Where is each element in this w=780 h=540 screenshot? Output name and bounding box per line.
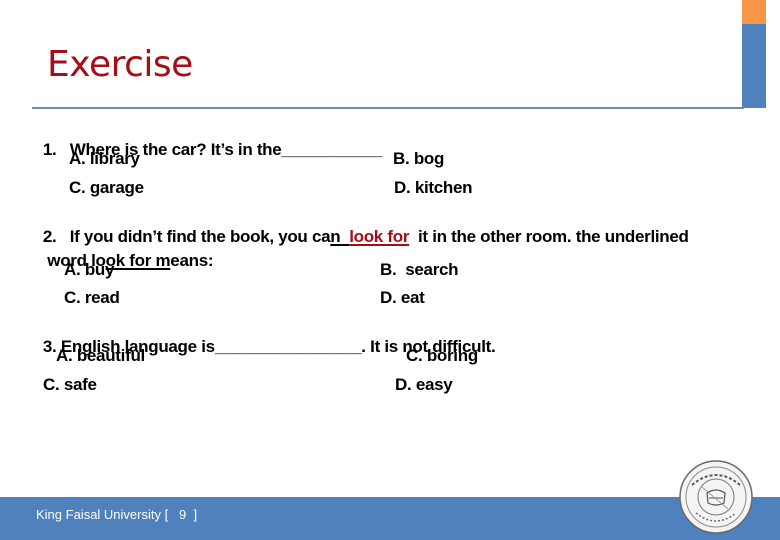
slide-title: Exercise bbox=[47, 44, 193, 85]
question-3-option-a: A. beautiful bbox=[56, 346, 145, 365]
accent-bar-orange bbox=[742, 0, 766, 24]
question-3-option-d: D. easy bbox=[395, 375, 453, 394]
question-1-option-a: A. library bbox=[69, 149, 140, 168]
question-3-option-c1: C. boring bbox=[406, 346, 478, 365]
title-divider bbox=[32, 107, 744, 109]
footer-band: King Faisal University [ 9 ] bbox=[0, 497, 780, 540]
question-2-highlight: look for bbox=[349, 227, 410, 246]
footer-text: King Faisal University [ 9 ] bbox=[36, 507, 198, 522]
question-3-option-c2: C. safe bbox=[43, 375, 97, 394]
question-2-option-c: C. read bbox=[64, 288, 120, 307]
question-2-line2-underlined: ok for m bbox=[105, 251, 171, 270]
question-2-line2-suffix: eans: bbox=[170, 251, 214, 270]
question-1-blank: ___________ bbox=[281, 140, 383, 159]
question-1-option-c: C. garage bbox=[69, 178, 144, 197]
question-2-stem-line2: word look for means: bbox=[34, 231, 213, 271]
question-2-underline-lead: n bbox=[330, 227, 350, 246]
question-2-option-a: A. buy bbox=[64, 260, 115, 279]
question-1-option-d: D. kitchen bbox=[394, 178, 473, 197]
university-seal-icon bbox=[678, 459, 754, 535]
question-1-option-b: B. bog bbox=[393, 149, 445, 168]
accent-bar-blue bbox=[742, 24, 766, 108]
question-2-option-d: D. eat bbox=[380, 288, 425, 307]
question-2-option-b: B. search bbox=[380, 260, 459, 279]
question-2-text-end: it in the other room. the underlined bbox=[409, 227, 689, 246]
question-3-blank: ________________ bbox=[214, 337, 362, 356]
